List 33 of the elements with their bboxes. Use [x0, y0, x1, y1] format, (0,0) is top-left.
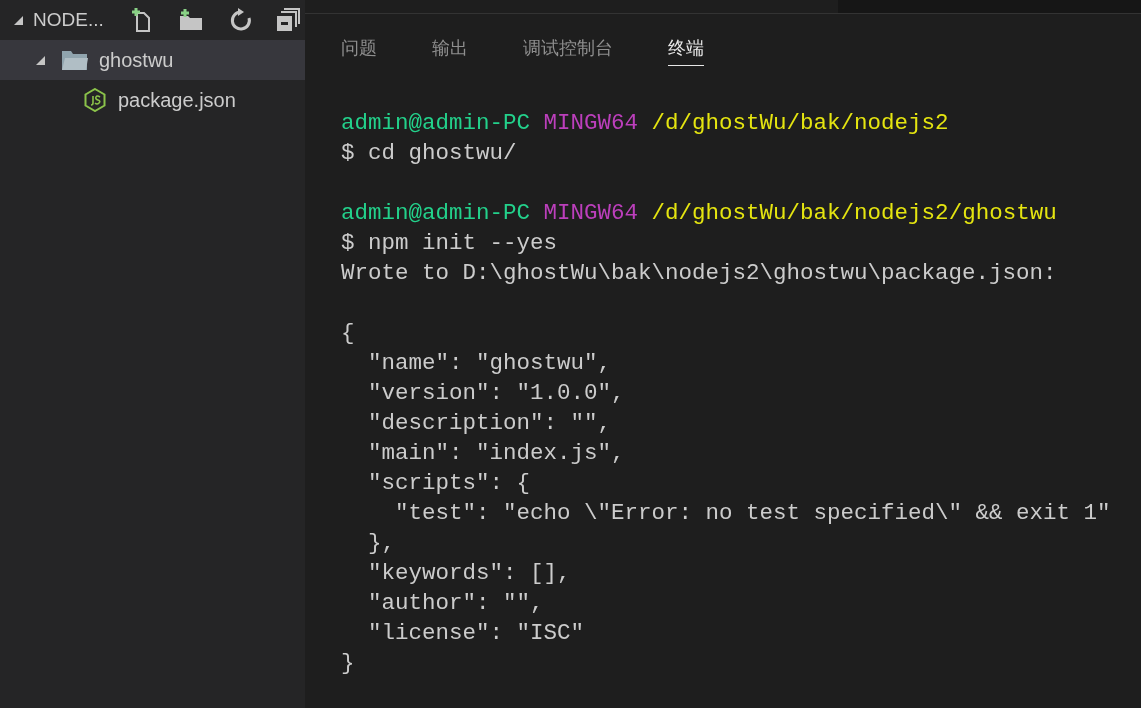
folder-icon	[61, 49, 89, 71]
terminal-line: "scripts": {	[367, 470, 531, 496]
tree-item[interactable]: ghostwu	[0, 40, 305, 80]
terminal-line: Wrote to D:\ghostWu\bak\nodejs2\ghostwu\package.json:	[341, 260, 1057, 286]
terminal-line: },	[367, 530, 395, 556]
terminal-line: "main": "index.js",	[367, 440, 625, 466]
section-title[interactable]: NODE...	[33, 9, 104, 31]
panel-tab[interactable]: 输出	[432, 36, 468, 66]
terminal-line: {	[341, 320, 355, 346]
terminal-line: $ cd ghostwu/	[341, 140, 517, 166]
terminal-line: "test": "echo \"Error: no test specified\" && exit 1"	[394, 500, 1111, 526]
terminal-line: "description": "",	[367, 410, 612, 436]
panel-tab[interactable]: 问题	[341, 36, 377, 66]
terminal-line: $ npm init --yes	[341, 230, 558, 256]
terminal-line: "license": "ISC"	[367, 620, 585, 646]
twistie-icon[interactable]	[14, 15, 23, 25]
nodejs-icon	[84, 88, 106, 112]
new-folder-icon[interactable]	[177, 8, 204, 32]
panel-tab[interactable]: 终端	[668, 36, 704, 66]
prompt-shell: MINGW64	[543, 200, 639, 226]
prompt-path: /d/ghostWu/bak/nodejs2	[651, 110, 949, 136]
terminal-line: "name": "ghostwu",	[367, 350, 612, 376]
prompt-user: admin@admin-PC	[341, 200, 531, 226]
panel-tab[interactable]: 调试控制台	[523, 36, 613, 66]
terminal-line: "keywords": [],	[367, 560, 571, 586]
prompt-path: /d/ghostWu/bak/nodejs2/ghostwu	[651, 200, 1057, 226]
collapse-all-icon[interactable]	[275, 8, 300, 32]
terminal-line: "version": "1.0.0",	[367, 380, 625, 406]
prompt-shell: MINGW64	[543, 110, 639, 136]
tree-item[interactable]: package.json	[0, 80, 305, 120]
terminal-line: "author": "",	[367, 590, 544, 616]
terminal-line: }	[341, 650, 355, 676]
prompt-user: admin@admin-PC	[341, 110, 531, 136]
